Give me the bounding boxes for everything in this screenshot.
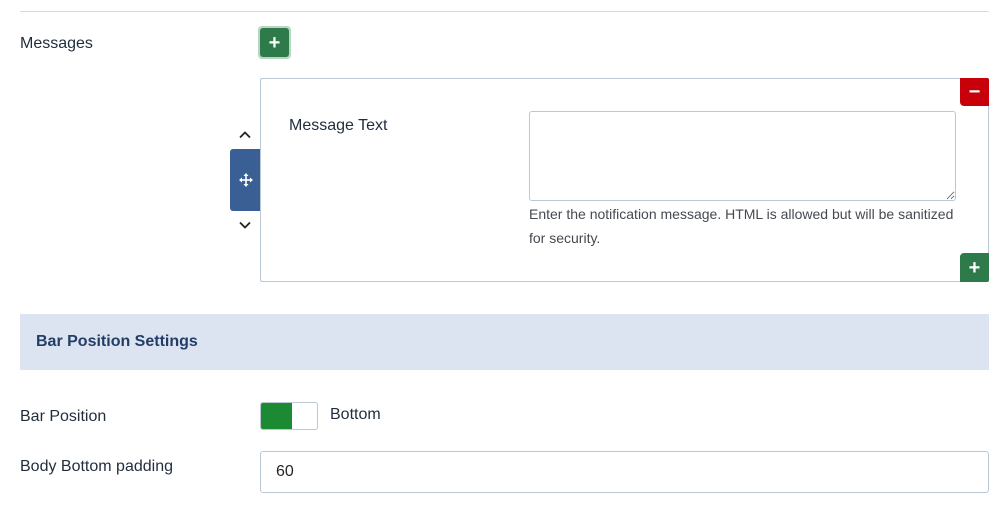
chevron-up-icon (239, 130, 251, 138)
section-header: Bar Position Settings (20, 314, 989, 370)
body-padding-label: Body Bottom padding (20, 458, 173, 475)
add-message-button[interactable]: + (258, 26, 291, 59)
settings-form: Messages + Message Text Enter the notifi… (0, 0, 1006, 514)
message-text-label: Message Text (289, 117, 388, 134)
move-arrows-icon (238, 173, 253, 187)
body-padding-input[interactable]: 60 (260, 451, 989, 493)
move-down-button[interactable] (236, 217, 254, 233)
message-text-input[interactable] (529, 111, 956, 201)
message-help-text: Enter the notification message. HTML is … (529, 206, 954, 246)
bar-position-toggle[interactable] (260, 402, 318, 430)
remove-message-button[interactable]: − (960, 78, 989, 106)
toggle-knob (261, 403, 292, 429)
bar-position-label: Bar Position (20, 408, 107, 425)
plus-icon: + (968, 256, 981, 279)
add-message-after-button[interactable]: + (960, 253, 989, 282)
messages-label: Messages (20, 35, 93, 52)
section-title: Bar Position Settings (36, 333, 198, 350)
drag-handle[interactable] (230, 149, 261, 211)
minus-icon: − (968, 81, 981, 103)
chevron-down-icon (239, 221, 251, 229)
move-up-button[interactable] (236, 126, 254, 142)
plus-icon: + (260, 28, 289, 57)
bar-position-value: Bottom (330, 406, 381, 423)
divider (20, 11, 989, 12)
